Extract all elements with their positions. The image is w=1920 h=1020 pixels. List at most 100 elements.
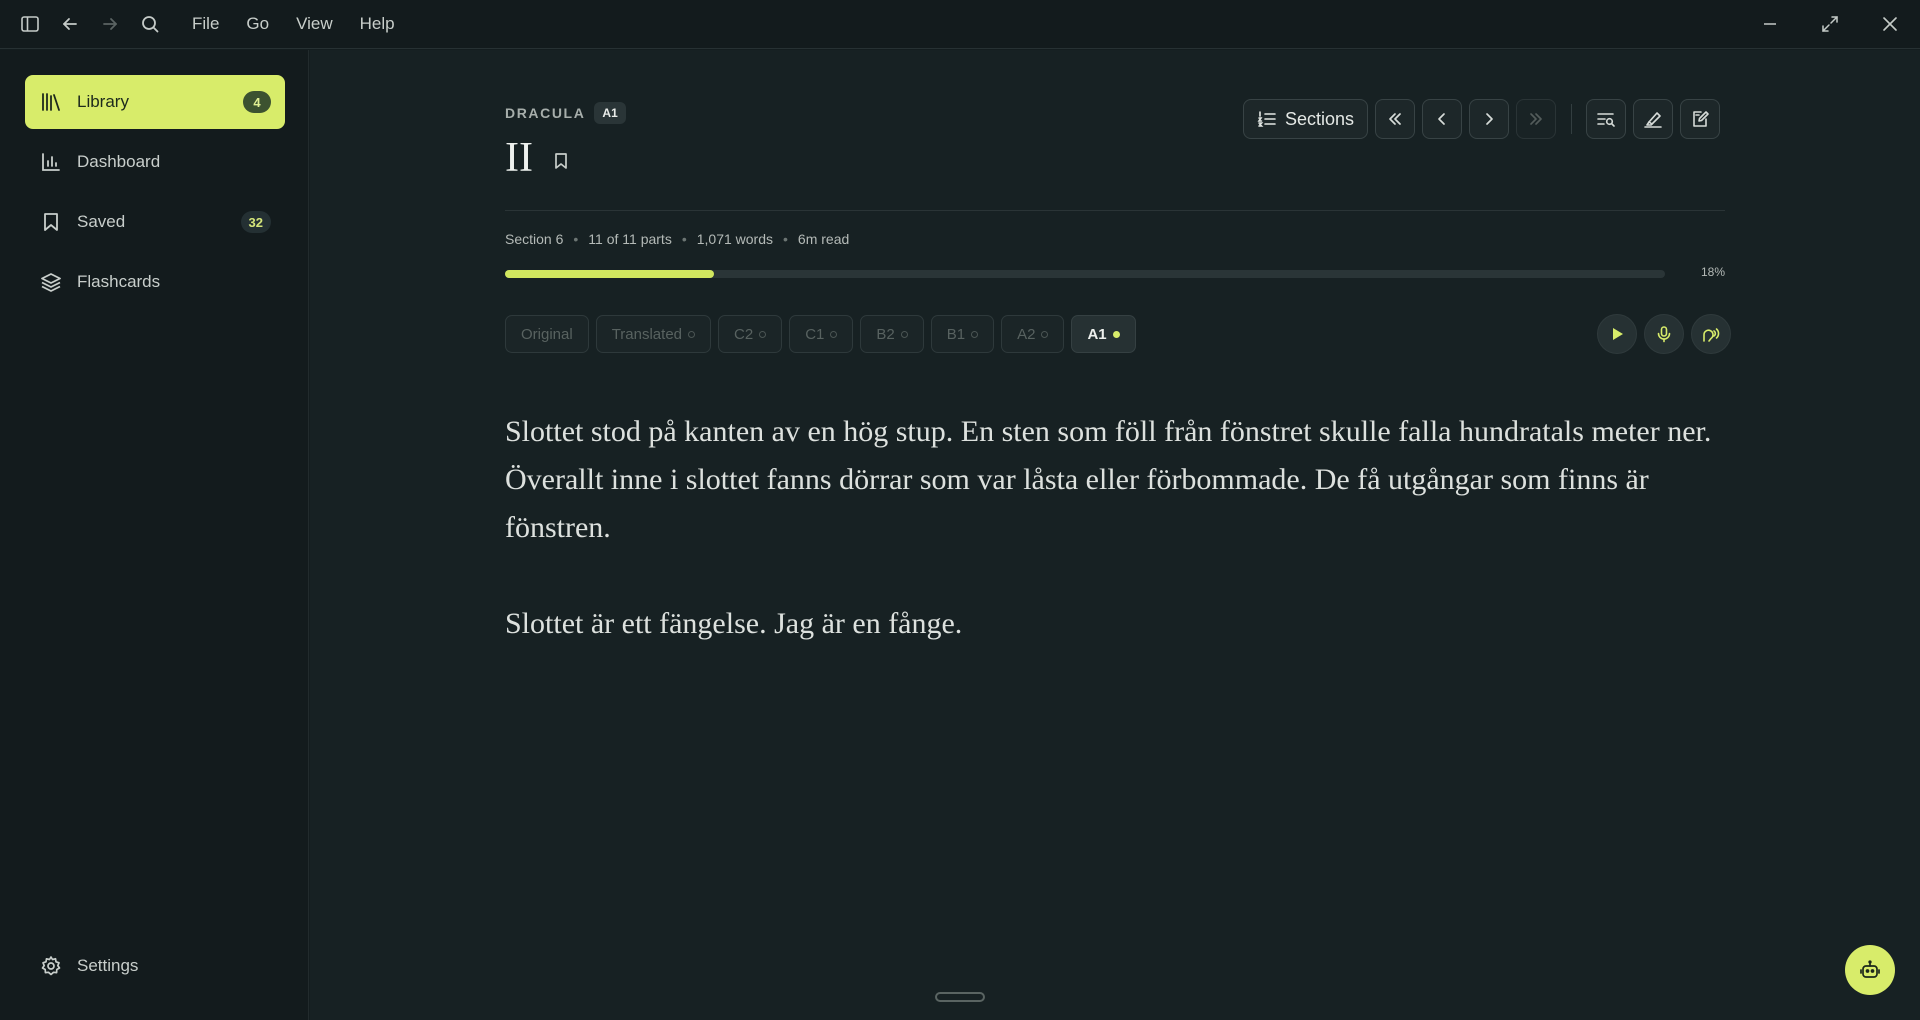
level-chip-label: Translated xyxy=(611,325,682,343)
close-icon[interactable] xyxy=(1860,0,1920,48)
speech-icon xyxy=(1701,325,1721,343)
section-meta: Section 6 • 11 of 11 parts • 1,071 words… xyxy=(505,231,849,247)
level-chip-b1[interactable]: B1 xyxy=(930,315,995,353)
sidebar-item-library[interactable]: Library 4 xyxy=(25,75,285,129)
level-chip-label: A2 xyxy=(1017,325,1036,343)
speak-button[interactable] xyxy=(1691,314,1731,354)
reading-progress-label: 18% xyxy=(1700,265,1725,279)
titlebar-nav xyxy=(0,0,170,48)
gear-icon xyxy=(39,954,63,978)
level-status-dot xyxy=(900,330,908,338)
minimize-icon[interactable] xyxy=(1740,0,1800,48)
menu-go[interactable]: Go xyxy=(246,14,269,34)
sidebar-toggle-icon[interactable] xyxy=(10,0,50,48)
level-chip-label: B2 xyxy=(876,325,895,343)
bookmark-icon xyxy=(39,210,63,234)
search-icon[interactable] xyxy=(130,0,170,48)
sidebar-item-label: Library xyxy=(77,92,129,111)
book-level-chip: A1 xyxy=(594,102,626,124)
level-chip-a2[interactable]: A2 xyxy=(1001,315,1065,353)
robot-icon xyxy=(1859,959,1881,981)
section-number: Section 6 xyxy=(505,231,564,247)
bookmark-icon[interactable] xyxy=(551,151,571,171)
level-selector: Original Translated C2 C1 B2 B1 A2 A1 xyxy=(505,315,1143,353)
text-search-icon xyxy=(1596,109,1616,129)
text-search-button[interactable] xyxy=(1586,99,1626,139)
sidebar-item-dashboard[interactable]: Dashboard xyxy=(25,135,285,189)
menu-view[interactable]: View xyxy=(296,14,333,34)
reader-toolbar: Sections xyxy=(1242,99,1720,139)
assistant-button[interactable] xyxy=(1845,945,1895,995)
highlight-button[interactable] xyxy=(1633,99,1673,139)
book-header: DRACULA A1 xyxy=(505,102,626,124)
highlighter-icon xyxy=(1643,109,1663,129)
meta-separator: • xyxy=(783,231,788,247)
edit-note-icon xyxy=(1690,109,1710,129)
level-status-dot xyxy=(830,330,838,338)
library-count-badge: 4 xyxy=(243,91,271,113)
level-chip-label: A1 xyxy=(1087,325,1107,343)
first-section-button[interactable] xyxy=(1375,99,1415,139)
chart-icon xyxy=(39,150,63,174)
reading-progress-fill xyxy=(505,270,714,278)
layers-icon xyxy=(39,270,63,294)
level-chip-a1[interactable]: A1 xyxy=(1071,315,1136,353)
forward-arrow-icon[interactable] xyxy=(90,0,130,48)
level-chip-c1[interactable]: C1 xyxy=(789,315,854,353)
reading-progress-bar xyxy=(505,270,1665,278)
sidebar: Library 4 Dashboard Saved 32 Flashcards … xyxy=(0,50,309,1020)
level-status-dot xyxy=(759,330,767,338)
sidebar-item-label: Saved xyxy=(77,212,126,231)
paragraph[interactable]: Slottet är ett fängelse. Jag är en fånge… xyxy=(505,600,1735,648)
parts-count: 11 of 11 parts xyxy=(588,231,672,247)
last-section-button[interactable] xyxy=(1516,99,1556,139)
meta-separator: • xyxy=(681,231,687,247)
level-chip-label: C1 xyxy=(805,325,825,343)
previous-section-button[interactable] xyxy=(1422,99,1462,139)
book-title: DRACULA xyxy=(505,105,586,121)
microphone-icon xyxy=(1655,325,1673,343)
menu-help[interactable]: Help xyxy=(360,14,395,34)
chapter-title: II xyxy=(505,135,533,181)
level-status-dot xyxy=(971,330,979,338)
chevron-right-icon xyxy=(1480,110,1498,128)
level-status-dot xyxy=(1112,330,1120,338)
level-status-dot xyxy=(688,330,695,338)
sidebar-item-label: Flashcards xyxy=(77,272,161,291)
library-icon xyxy=(39,90,63,114)
sidebar-item-settings[interactable]: Settings xyxy=(25,939,285,993)
word-count: 1,071 words xyxy=(696,231,774,247)
list-ordered-icon xyxy=(1257,109,1277,129)
chevrons-right-icon xyxy=(1527,110,1545,128)
meta-separator: • xyxy=(573,231,579,247)
microphone-button[interactable] xyxy=(1644,314,1684,354)
play-button[interactable] xyxy=(1597,314,1637,354)
notes-button[interactable] xyxy=(1680,99,1720,139)
sidebar-item-label: Dashboard xyxy=(77,152,161,171)
sidebar-item-saved[interactable]: Saved 32 xyxy=(25,195,285,249)
level-chip-translated[interactable]: Translated xyxy=(595,315,711,353)
chapter-header: II xyxy=(505,134,571,182)
saved-count-badge: 32 xyxy=(240,211,271,233)
level-chip-b2[interactable]: B2 xyxy=(860,315,924,353)
sidebar-item-label: Settings xyxy=(77,956,139,975)
audio-controls xyxy=(1590,314,1731,354)
level-chip-label: C2 xyxy=(734,325,754,343)
paragraph[interactable]: Slottet stod på kanten av en hög stup. E… xyxy=(505,408,1735,552)
back-arrow-icon[interactable] xyxy=(50,0,90,48)
sidebar-item-flashcards[interactable]: Flashcards xyxy=(25,255,285,309)
maximize-icon[interactable] xyxy=(1800,0,1860,48)
chevrons-left-icon xyxy=(1386,110,1404,128)
bottom-panel-handle[interactable] xyxy=(935,992,985,1002)
reader-text: Slottet stod på kanten av en hög stup. E… xyxy=(505,408,1735,696)
menu-bar: File Go View Help xyxy=(192,14,422,34)
next-section-button[interactable] xyxy=(1469,99,1509,139)
level-chip-c2[interactable]: C2 xyxy=(718,315,783,353)
level-chip-original[interactable]: Original xyxy=(505,315,589,353)
sections-button[interactable]: Sections xyxy=(1242,99,1368,139)
menu-file[interactable]: File xyxy=(192,14,219,34)
read-time: 6m read xyxy=(797,231,850,247)
level-status-dot xyxy=(1041,330,1049,338)
level-chip-label: B1 xyxy=(946,325,966,343)
chevron-left-icon xyxy=(1433,110,1451,128)
